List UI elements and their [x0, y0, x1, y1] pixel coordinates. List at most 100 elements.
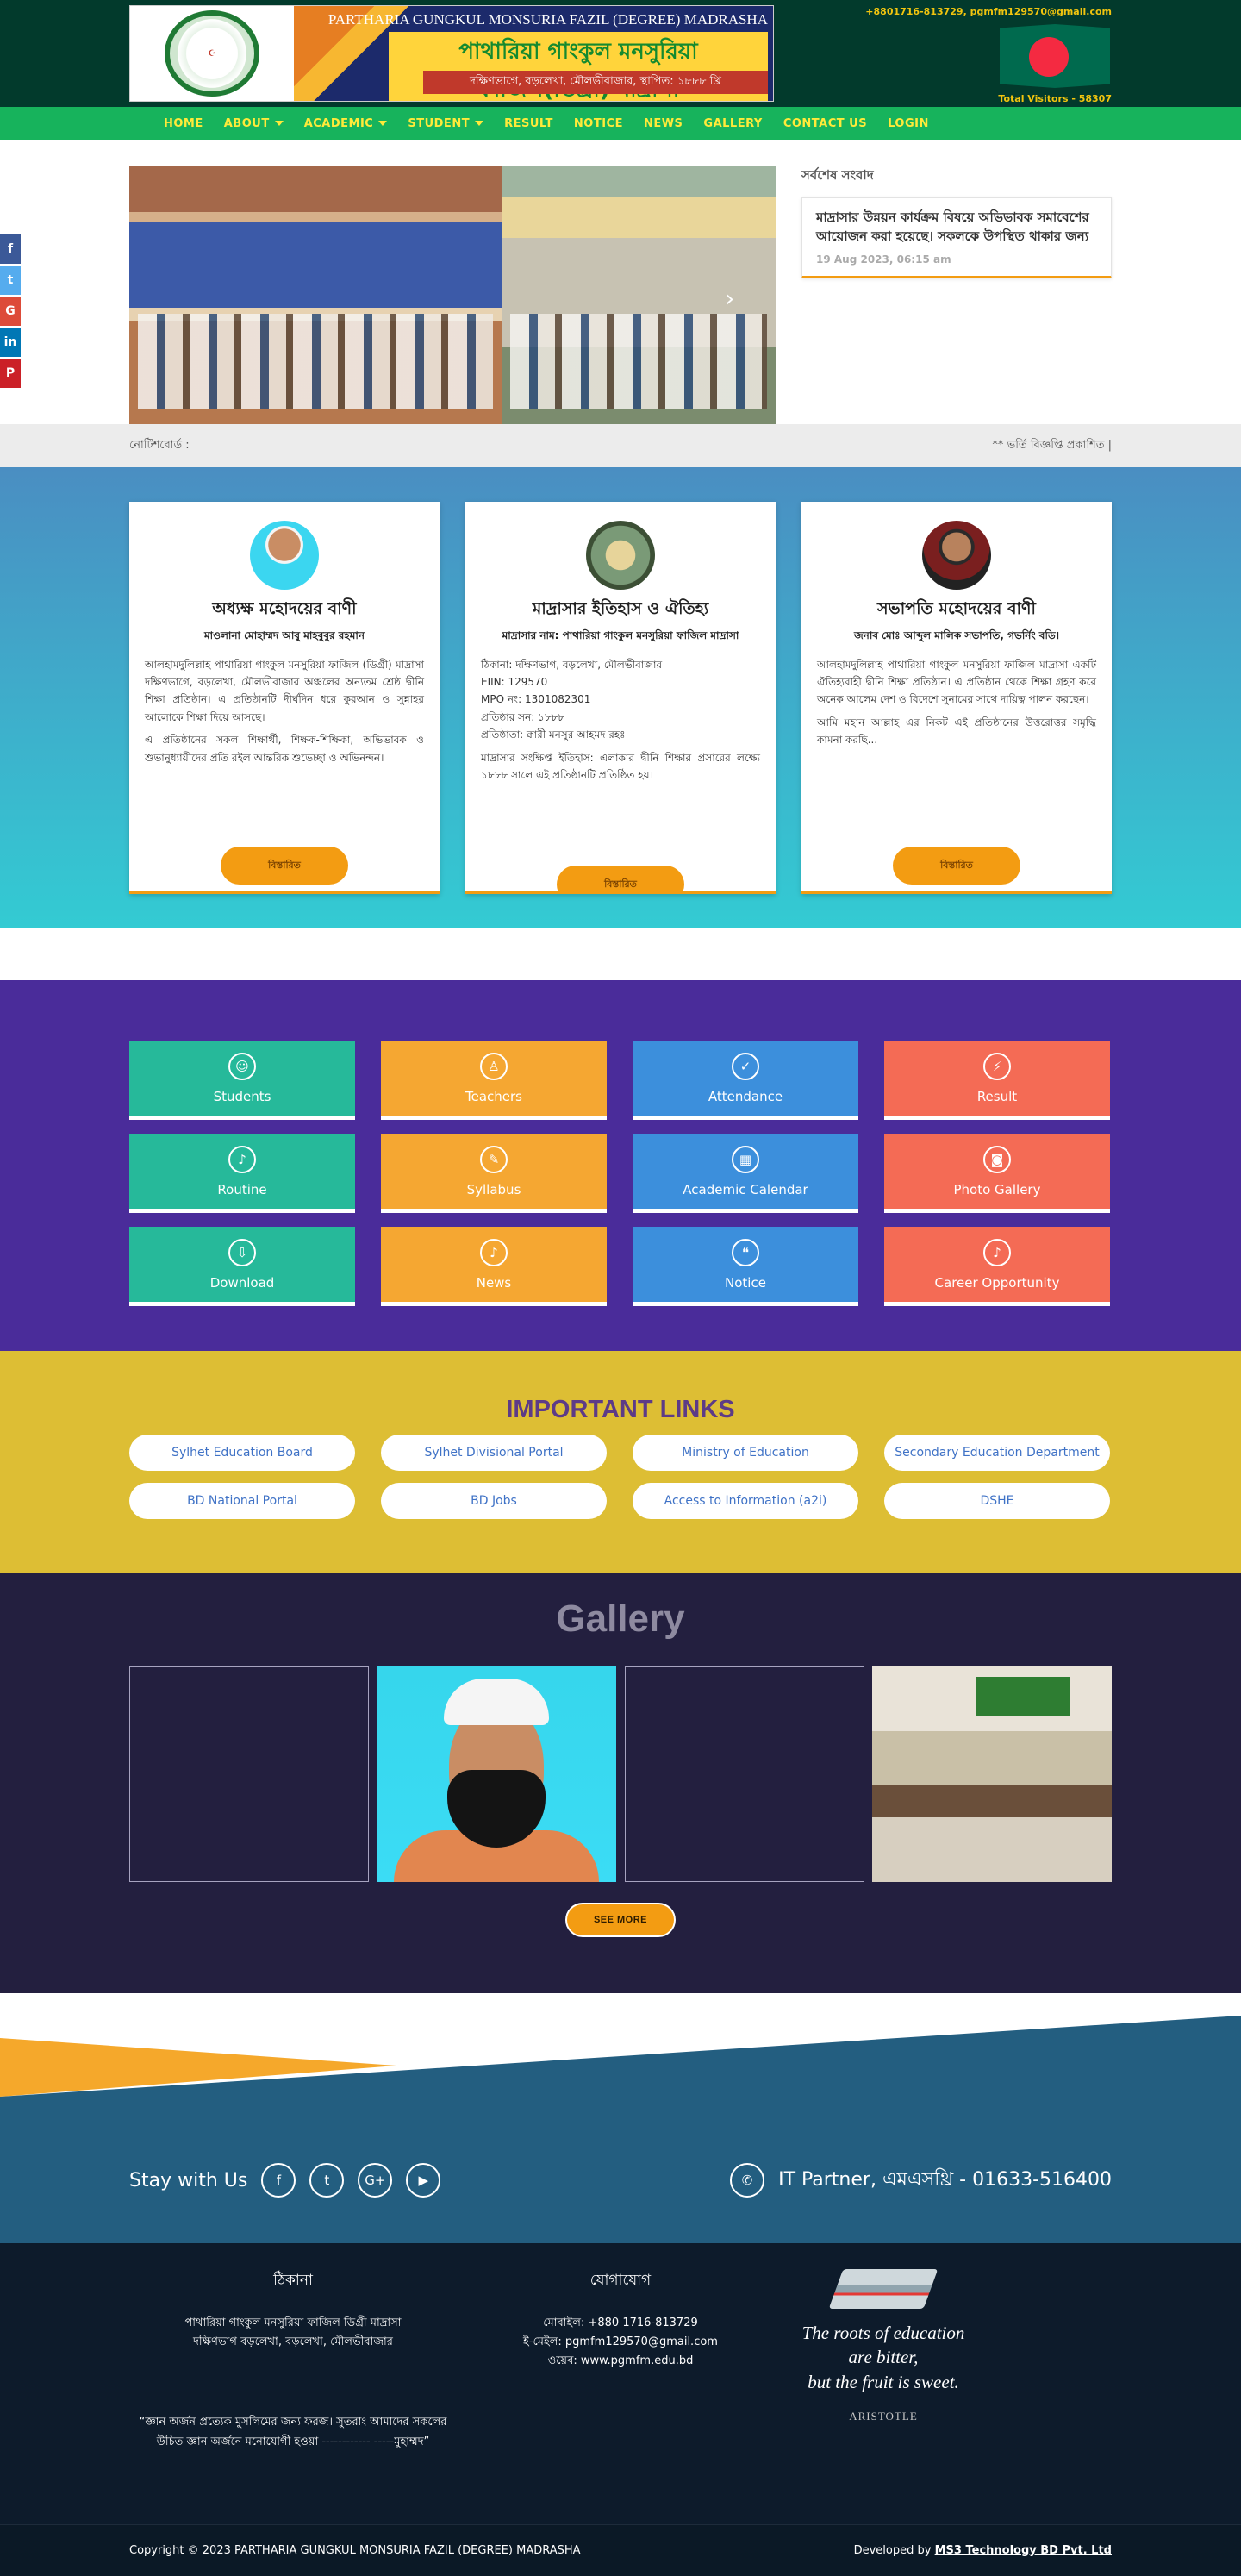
- quick-link-news[interactable]: ♪ News: [381, 1227, 607, 1306]
- quick-links-section: ☺ Students ♙ Teachers ✓ Attendance ⚡ Result ♪ Rou…: [0, 980, 1241, 1351]
- important-link[interactable]: BD National Portal: [129, 1483, 355, 1519]
- nav-item-label: NEWS: [643, 116, 683, 130]
- news-date: 19 Aug 2023, 06:15 am: [816, 253, 951, 266]
- read-more-button[interactable]: বিস্তারিত: [893, 847, 1020, 885]
- gallery-image-meeting[interactable]: [871, 1666, 1112, 1882]
- youtube-icon[interactable]: ▶: [406, 2163, 441, 2198]
- nav-item-about[interactable]: ABOUT: [224, 117, 284, 130]
- news-text: মাদ্রাসার উন্নয়ন কার্যক্রম বিষয়ে অভিভা…: [816, 209, 1089, 244]
- read-more-button[interactable]: বিস্তারিত: [221, 847, 348, 885]
- nav-item-result[interactable]: RESULT: [504, 117, 553, 130]
- card-body: আলহামদুলিল্লাহ পাথারিয়া গাংকুল মনসুরিয়…: [145, 658, 424, 723]
- quote-icon: ❝: [732, 1238, 759, 1266]
- nav-item-label: ABOUT: [223, 116, 270, 130]
- quick-link-photo-gallery[interactable]: ◙ Photo Gallery: [884, 1134, 1110, 1213]
- president-message-card: সভাপতি মহোদয়ের বাণী জনাব মোঃ আব্দুল মাল…: [801, 502, 1112, 894]
- header-contact: +8801716-813729, pgmfm129570@gmail.com: [865, 6, 1112, 17]
- quick-link-career-opportunity[interactable]: ♪ Career Opportunity: [884, 1227, 1110, 1306]
- quick-link-academic-calendar[interactable]: ▦ Academic Calendar: [633, 1134, 858, 1213]
- developer-link[interactable]: MS3 Technology BD Pvt. Ltd: [935, 2544, 1112, 2557]
- card-subtitle: জনাব মোঃ আব্দুল মালিক সভাপতি, গভর্নিং বড…: [853, 628, 1060, 641]
- quick-link-routine[interactable]: ♪ Routine: [129, 1134, 355, 1213]
- site-header: ☪ PARTHARIA GUNGKUL MONSURIA FAZIL (DEGR…: [0, 0, 1241, 107]
- principal-message-card: অধ্যক্ষ মহোদয়ের বাণী মাওলানা মোহাম্মদ আ…: [129, 502, 440, 894]
- quick-link-label: Teachers: [465, 1088, 522, 1104]
- important-link[interactable]: Sylhet Education Board: [129, 1435, 355, 1471]
- footer-web[interactable]: ওয়েব: www.pgmfm.edu.bd: [500, 2352, 741, 2371]
- quick-link-download[interactable]: ⇩ Download: [129, 1227, 355, 1306]
- see-more-button[interactable]: SEE MORE: [565, 1903, 676, 1937]
- students-icon: ☺: [228, 1052, 256, 1080]
- card-title: সভাপতি মহোদয়ের বাণী: [877, 599, 1036, 618]
- slider-next-icon[interactable]: ›: [726, 286, 734, 312]
- facebook-icon[interactable]: f: [261, 2163, 296, 2198]
- phone-icon: ✆: [730, 2163, 765, 2198]
- hero-section: › সর্বশেষ সংবাদ মাদ্রাসার উন্নয়ন কার্যক…: [0, 140, 1241, 424]
- history-line: ঠিকানা: দক্ষিণভাগ, বড়লেখা, মৌলভীবাজার: [481, 658, 663, 671]
- quick-link-label: Attendance: [708, 1088, 783, 1104]
- quote-line: are bitter,: [848, 2347, 919, 2368]
- quote-author: ARISTOTLE: [849, 2410, 918, 2423]
- nav-item-student[interactable]: STUDENT: [408, 117, 484, 130]
- gallery-image-portrait[interactable]: [377, 1666, 617, 1882]
- compass-icon: ✎: [480, 1145, 508, 1173]
- history-line: প্রতিষ্ঠার সন: ১৮৮৮: [481, 710, 565, 723]
- read-more-button[interactable]: বিস্তারিত: [557, 866, 684, 891]
- quick-link-label: Result: [976, 1088, 1018, 1104]
- important-link[interactable]: Access to Information (a2i): [633, 1483, 858, 1519]
- google-plus-icon[interactable]: G+: [358, 2163, 393, 2198]
- gallery-image-broken[interactable]: [624, 1666, 864, 1882]
- header-banner[interactable]: ☪ PARTHARIA GUNGKUL MONSURIA FAZIL (DEGR…: [129, 5, 774, 102]
- important-link[interactable]: BD Jobs: [381, 1483, 607, 1519]
- history-line: EIIN: 129570: [481, 676, 548, 689]
- caret-down-icon: [274, 121, 284, 126]
- nav-item-label: CONTACT US: [783, 116, 868, 130]
- nav-item-news[interactable]: NEWS: [644, 117, 683, 130]
- quick-link-label: Routine: [217, 1181, 267, 1197]
- quick-link-label: Photo Gallery: [953, 1181, 1041, 1197]
- it-partner-text: IT Partner, এমএসথ্রি - 01633-516400: [778, 2168, 1112, 2191]
- quick-link-notice[interactable]: ❝ Notice: [633, 1227, 858, 1306]
- quick-link-attendance[interactable]: ✓ Attendance: [633, 1041, 858, 1120]
- nav-item-academic[interactable]: ACADEMIC: [304, 117, 388, 130]
- important-link[interactable]: Sylhet Divisional Portal: [381, 1435, 607, 1471]
- card-body: মাদ্রাসার সংক্ষিপ্ত ইতিহাস: এলাকার দ্বীন…: [481, 751, 760, 782]
- gallery-image-broken[interactable]: [129, 1666, 369, 1882]
- ticker-text[interactable]: ** ভর্তি বিজ্ঞপ্তি প্রকাশিত |: [992, 437, 1112, 455]
- twitter-icon[interactable]: t: [309, 2163, 345, 2198]
- nav-item-gallery[interactable]: GALLERY: [703, 117, 762, 130]
- bell-icon: ♪: [228, 1145, 256, 1173]
- card-body: আলহামদুলিল্লাহ পাথারিয়া গাংকুল মনসুরিয়…: [817, 658, 1096, 706]
- footer-address-line: দক্ষিণভাগ বড়লেখা, বড়লেখা, মৌলভীবাজার: [193, 2335, 393, 2349]
- footer-email[interactable]: ই-মেইল: pgmfm129570@gmail.com: [500, 2333, 741, 2352]
- slide-flag-photo: [502, 166, 776, 424]
- footer-contact-heading: যোগাযোগ: [589, 2272, 652, 2289]
- developer-credit: Developed by MS3 Technology BD Pvt. Ltd: [854, 2544, 1112, 2557]
- footer-phone[interactable]: মোবাইল: +880 1716-813729: [500, 2314, 741, 2333]
- bell-icon: ♪: [983, 1238, 1011, 1266]
- image-slider[interactable]: ›: [129, 166, 776, 424]
- site-footer: ঠিকানা পাথারিয়া গাংকুল মনসুরিয়া ফাজিল …: [0, 2243, 1241, 2524]
- important-link[interactable]: Secondary Education Department: [884, 1435, 1110, 1471]
- nav-item-notice[interactable]: NOTICE: [574, 117, 623, 130]
- important-link[interactable]: DSHE: [884, 1483, 1110, 1519]
- important-link[interactable]: Ministry of Education: [633, 1435, 858, 1471]
- quick-link-students[interactable]: ☺ Students: [129, 1041, 355, 1120]
- quick-link-result[interactable]: ⚡ Result: [884, 1041, 1110, 1120]
- nav-item-login[interactable]: LOGIN: [888, 117, 929, 130]
- quick-link-syllabus[interactable]: ✎ Syllabus: [381, 1134, 607, 1213]
- nav-item-home[interactable]: HOME: [164, 117, 203, 130]
- nav-item-contact-us[interactable]: CONTACT US: [783, 117, 867, 130]
- nav-item-label: NOTICE: [573, 116, 623, 130]
- school-name-en: PARTHARIA GUNGKUL MONSURIA FAZIL (DEGREE…: [327, 11, 768, 28]
- slide-meeting-photo: [129, 166, 502, 424]
- quick-link-teachers[interactable]: ♙ Teachers: [381, 1041, 607, 1120]
- nav-item-label: HOME: [164, 116, 203, 130]
- history-line: প্রতিষ্ঠাতা: ক্বারী মনসুর আহমদ রহঃ: [481, 728, 626, 741]
- footer-wave: Stay with Us f t G+ ▶ ✆ IT Partner, এমএসথ্র…: [0, 1993, 1241, 2243]
- latest-news-heading: সর্বশেষ সংবাদ: [801, 167, 874, 183]
- history-line: MPO নং: 1301082301: [481, 693, 591, 706]
- camera-icon: ◙: [983, 1145, 1011, 1173]
- ticker-label: নোটিশবোর্ড :: [129, 438, 190, 452]
- news-card[interactable]: মাদ্রাসার উন্নয়ন কার্যক্রম বিষয়ে অভিভা…: [801, 197, 1112, 278]
